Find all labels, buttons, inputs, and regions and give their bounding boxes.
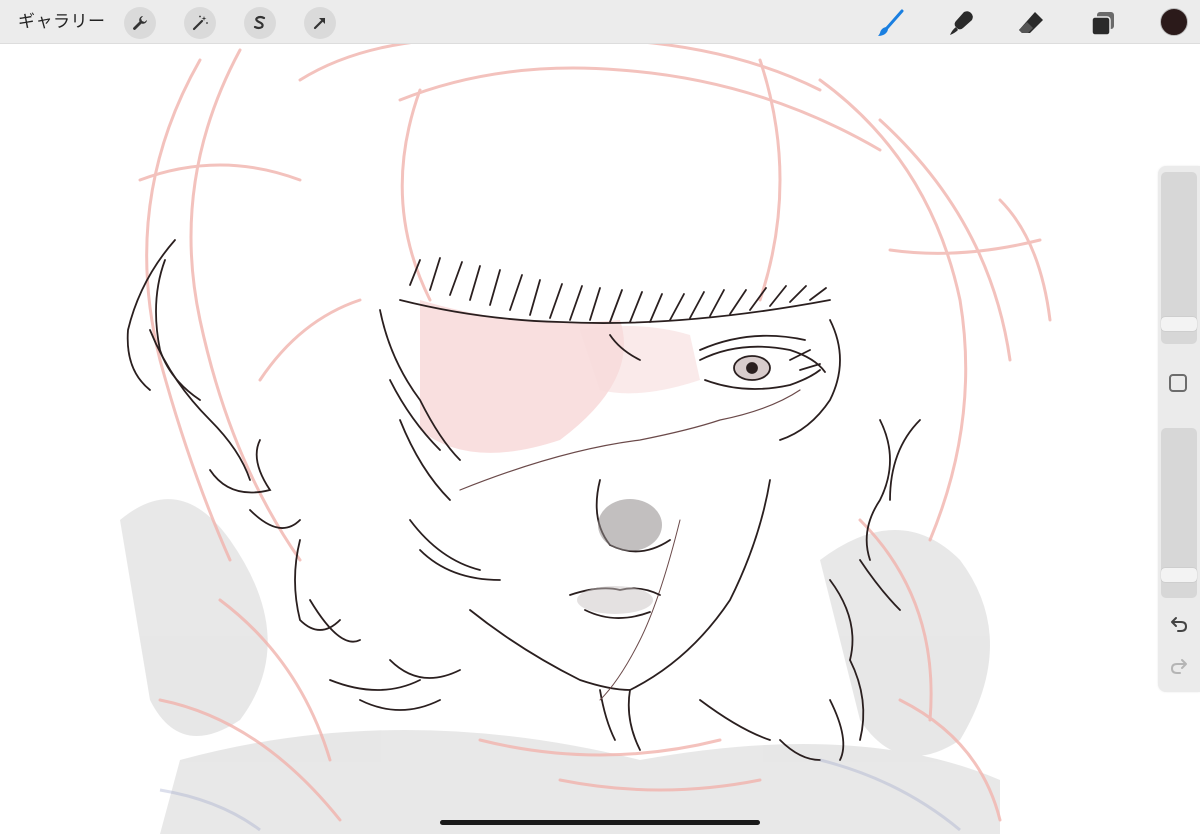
home-indicator[interactable] bbox=[440, 820, 760, 825]
gallery-button[interactable]: ギャラリー bbox=[18, 9, 106, 35]
eraser-button[interactable] bbox=[1014, 6, 1048, 40]
layers-icon bbox=[1091, 12, 1114, 36]
magic-wand-icon bbox=[192, 15, 208, 31]
wrench-icon bbox=[133, 16, 147, 30]
artwork bbox=[120, 36, 1052, 834]
brush-button[interactable] bbox=[874, 6, 908, 40]
undo-icon bbox=[1171, 617, 1188, 632]
opacity-slider[interactable] bbox=[1161, 428, 1197, 598]
modify-button[interactable] bbox=[1169, 374, 1187, 392]
actions-button[interactable] bbox=[124, 7, 156, 39]
eraser-icon bbox=[1019, 12, 1043, 33]
layers-button[interactable] bbox=[1086, 6, 1120, 40]
lip-shade bbox=[577, 586, 653, 614]
nose-shade bbox=[598, 499, 662, 551]
brush-size-thumb[interactable] bbox=[1161, 317, 1197, 332]
adjustments-button[interactable] bbox=[184, 7, 216, 39]
opacity-thumb[interactable] bbox=[1161, 568, 1197, 583]
selection-button[interactable] bbox=[244, 7, 276, 39]
transform-arrow-icon bbox=[313, 17, 326, 30]
smudge-icon bbox=[950, 11, 973, 35]
smudge-button[interactable] bbox=[944, 6, 978, 40]
redo-icon bbox=[1170, 659, 1187, 674]
undo-button[interactable] bbox=[1167, 612, 1191, 636]
color-picker-button[interactable] bbox=[1160, 8, 1188, 36]
top-toolbar: ギャラリー bbox=[0, 0, 1200, 44]
redo-button[interactable] bbox=[1167, 654, 1191, 678]
brush-icon bbox=[878, 9, 904, 36]
selection-icon bbox=[253, 15, 266, 30]
drawing-canvas[interactable] bbox=[0, 0, 1200, 834]
brush-size-slider[interactable] bbox=[1161, 172, 1197, 344]
side-toolbar bbox=[1158, 166, 1200, 692]
transform-button[interactable] bbox=[304, 7, 336, 39]
